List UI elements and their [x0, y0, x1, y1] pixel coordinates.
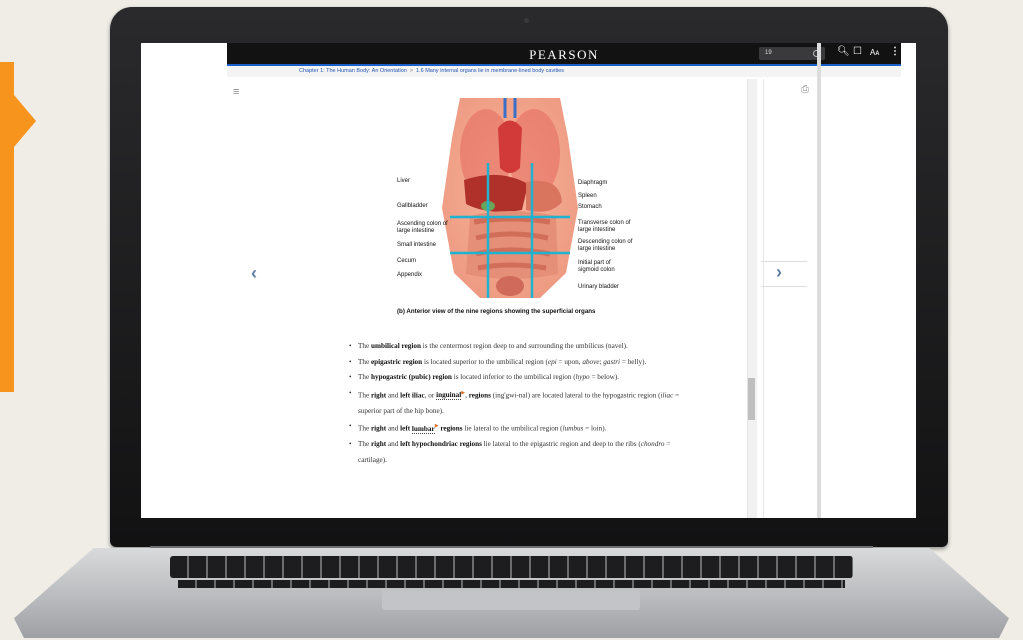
label-cecum: Cecum — [397, 258, 417, 264]
label-ascending-colon: Ascending colon of large intestine — [397, 221, 448, 234]
list-item: The right and left lumbar▶ regions lie l… — [349, 419, 689, 437]
orange-arrow-shape — [14, 95, 36, 147]
laptop-screen: PEARSON 19 🔍︎ ☐ Aᴀ ⋮ Chapter 1: The Huma… — [141, 43, 916, 518]
regions-bullet-list: The umbilical region is the centermost r… — [349, 339, 689, 469]
breadcrumb-section-link[interactable]: 1.6 Many internal organs lie in membrane… — [416, 68, 564, 74]
label-descending-colon: Descending colon of large intestine — [578, 239, 633, 252]
app-toolbar: PEARSON 19 🔍︎ ☐ Aᴀ ⋮ — [227, 43, 901, 64]
keyboard — [170, 556, 853, 578]
next-page-box — [761, 261, 807, 287]
label-sigmoid-colon: Initial part of sigmoid colon — [578, 260, 615, 273]
trackpad — [382, 590, 640, 610]
label-urinary-bladder: Urinary bladder — [578, 284, 620, 290]
keyboard-row — [178, 580, 845, 588]
orange-side-tab — [0, 62, 14, 392]
heart — [498, 120, 522, 173]
list-item: The right and left iliac, or inguinal▶, … — [349, 386, 689, 420]
next-page-chevron-icon[interactable]: › — [776, 262, 782, 283]
scrollbar-thumb[interactable] — [748, 378, 755, 420]
scrollbar[interactable] — [747, 79, 757, 518]
breadcrumb-chapter-link[interactable]: Chapter 1: The Human Body: An Orientatio… — [299, 68, 407, 74]
breadcrumb-separator: > — [409, 68, 414, 74]
hamburger-menu-icon[interactable]: ≡ — [233, 86, 239, 98]
label-appendix: Appendix — [397, 272, 423, 278]
glossary-link-lumbar[interactable]: lumbar — [411, 424, 435, 434]
figure-caption: (b) Anterior view of the nine regions sh… — [397, 308, 596, 315]
liver — [464, 174, 528, 212]
print-icon[interactable]: ⎙ — [801, 84, 809, 95]
urinary-bladder — [496, 276, 524, 296]
list-item: The hypogastric (pubic) region is locate… — [349, 370, 689, 386]
content-divider — [763, 79, 764, 518]
label-transverse-colon: Transverse colon of large intestine — [578, 220, 631, 233]
label-stomach: Stomach — [578, 204, 602, 210]
label-gallbladder: Gallbladder — [397, 203, 428, 209]
list-item: The epigastric region is located superio… — [349, 355, 689, 371]
font-size-icon[interactable]: Aᴀ — [870, 48, 879, 57]
search-icon[interactable]: 🔍︎ — [837, 46, 850, 57]
label-small-intestine: Small intestine — [397, 242, 437, 248]
screen-frame-edge — [817, 43, 821, 518]
webcam — [524, 18, 529, 23]
bookmark-icon[interactable]: ☐ — [853, 46, 862, 57]
breadcrumb: Chapter 1: The Human Body: An Orientatio… — [227, 66, 901, 77]
label-liver: Liver — [397, 178, 411, 184]
list-item: The umbilical region is the centermost r… — [349, 339, 689, 355]
more-vertical-icon[interactable]: ⋮ — [890, 46, 900, 57]
glossary-link-inguinal[interactable]: inguinal — [436, 391, 462, 401]
label-diaphragm: Diaphragm — [578, 180, 608, 186]
list-item: The right and left hypochondriac regions… — [349, 437, 689, 468]
previous-page-chevron-icon[interactable]: ‹ — [251, 263, 257, 284]
label-spleen: Spleen — [578, 193, 597, 199]
